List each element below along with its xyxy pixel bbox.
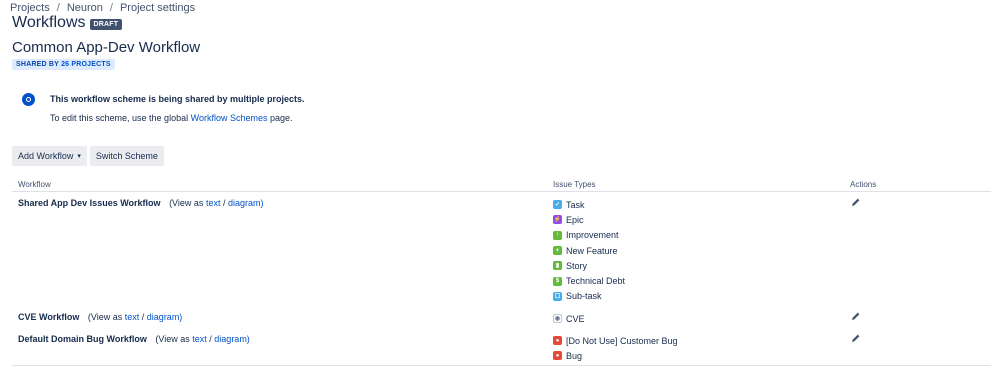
view-as: (View as text / diagram)	[169, 198, 263, 208]
view-text-link[interactable]: text	[206, 198, 221, 208]
issue-type-label: Story	[566, 260, 588, 271]
scheme-title: Common App-Dev Workflow	[12, 39, 201, 56]
edit-icon[interactable]	[851, 333, 861, 343]
issue-type-label: [Do Not Use] Customer Bug	[566, 335, 678, 346]
view-as-label: (View as	[87, 312, 123, 322]
chevron-down-icon: ▾	[77, 153, 81, 160]
task-icon: ✓	[553, 200, 562, 210]
add-workflow-label: Add Workflow	[18, 151, 74, 161]
issue-type-item: $ Technical Debt	[553, 273, 625, 288]
new-feature-icon: +	[553, 246, 562, 256]
header-issue-types: Issue Types	[553, 180, 596, 189]
technical-debt-icon: $	[553, 276, 562, 286]
header-actions: Actions	[850, 180, 877, 189]
issue-type-item: ✓ Task	[553, 197, 625, 212]
issue-types-list: ◉ CVE	[553, 311, 585, 326]
breadcrumb-project-settings[interactable]: Project settings	[120, 2, 195, 14]
draft-lozenge: DRAFT	[89, 19, 123, 30]
page-title-text: Workflows	[12, 14, 86, 31]
shared-badge: SHARED BY 26 PROJECTS	[12, 59, 115, 70]
view-text-link[interactable]: text	[125, 312, 140, 322]
breadcrumb-separator: /	[56, 2, 60, 14]
issue-type-label: Improvement	[566, 230, 619, 241]
workflow-table: Workflow Issue Types Actions Shared App …	[12, 178, 991, 366]
workflow-name: Default Domain Bug Workflow	[18, 334, 147, 344]
view-diagram-link[interactable]: diagram)	[228, 198, 264, 208]
table-row: Default Domain Bug Workflow (View as tex…	[12, 328, 991, 366]
shared-projects-link[interactable]: 26 PROJECTS	[61, 61, 111, 68]
shared-by-label: SHARED BY	[16, 61, 59, 68]
view-diagram-link[interactable]: diagram)	[214, 334, 250, 344]
info-text-after: page.	[269, 113, 293, 123]
epic-icon: ⚡	[553, 215, 562, 225]
info-message: This workflow scheme is being shared by …	[12, 84, 632, 130]
issue-type-label: Epic	[566, 214, 584, 225]
header-workflow: Workflow	[18, 180, 51, 189]
issue-type-item: ● Bug	[553, 348, 678, 363]
workflow-cell: Default Domain Bug Workflow (View as tex…	[18, 334, 250, 344]
breadcrumb: Projects / Neuron / Project settings	[10, 2, 195, 14]
issue-type-label: Bug	[566, 350, 583, 361]
bug-icon: ●	[553, 351, 562, 361]
info-icon	[22, 93, 35, 106]
breadcrumb-neuron[interactable]: Neuron	[67, 2, 103, 14]
workflow-cell: Shared App Dev Issues Workflow (View as …	[18, 198, 264, 208]
story-icon: ▮	[553, 261, 562, 271]
improvement-icon: ↑	[553, 230, 562, 240]
issue-types-list: ● [Do Not Use] Customer Bug ● Bug	[553, 333, 678, 364]
view-as-label: (View as	[169, 198, 204, 208]
issue-type-item: ↑ Improvement	[553, 228, 625, 243]
subtask-icon: ▢	[553, 291, 562, 301]
issue-type-label: Sub-task	[566, 291, 602, 302]
info-text: To edit this scheme, use the global Work…	[50, 113, 293, 123]
issue-type-item: ◉ CVE	[553, 311, 585, 326]
issue-type-label: Task	[566, 199, 585, 210]
page-title: Workflows DRAFT	[12, 14, 123, 32]
view-separator: /	[141, 312, 145, 322]
issue-type-item: ⚡ Epic	[553, 212, 625, 227]
view-as: (View as text / diagram)	[88, 312, 182, 322]
toolbar: Add Workflow ▾ Switch Scheme	[12, 146, 164, 166]
workflow-name: Shared App Dev Issues Workflow	[18, 198, 161, 208]
breadcrumb-projects[interactable]: Projects	[10, 2, 50, 14]
view-diagram-link[interactable]: diagram)	[147, 312, 183, 322]
view-as-label: (View as	[155, 334, 190, 344]
workflow-name: CVE Workflow	[18, 312, 80, 322]
view-text-link[interactable]: text	[192, 334, 207, 344]
table-row: Shared App Dev Issues Workflow (View as …	[12, 192, 991, 306]
workflow-cell: CVE Workflow (View as text / diagram)	[18, 312, 182, 322]
view-separator: /	[222, 198, 226, 208]
info-heading: This workflow scheme is being shared by …	[50, 94, 305, 104]
issue-type-item: ▢ Sub-task	[553, 289, 625, 304]
view-as: (View as text / diagram)	[155, 334, 249, 344]
edit-icon[interactable]	[851, 311, 861, 321]
cve-icon: ◉	[553, 314, 562, 324]
issue-type-item: + New Feature	[553, 243, 625, 258]
issue-type-label: Technical Debt	[566, 276, 626, 287]
info-text-before: To edit this scheme, use the global	[50, 113, 189, 123]
issue-type-label: CVE	[566, 313, 585, 324]
workflow-schemes-link[interactable]: Workflow Schemes	[191, 113, 268, 123]
view-separator: /	[209, 334, 212, 344]
edit-icon[interactable]	[851, 197, 861, 207]
issue-type-label: New Feature	[566, 245, 618, 256]
table-header: Workflow Issue Types Actions	[12, 178, 991, 192]
breadcrumb-separator: /	[109, 2, 113, 14]
issue-type-item: ▮ Story	[553, 258, 625, 273]
switch-scheme-button[interactable]: Switch Scheme	[89, 146, 164, 166]
issue-types-list: ✓ Task ⚡ Epic ↑ Improvement + New Featur…	[553, 197, 625, 304]
issue-type-item: ● [Do Not Use] Customer Bug	[553, 333, 678, 348]
bug-icon: ●	[553, 336, 562, 346]
table-row: CVE Workflow (View as text / diagram) ◉ …	[12, 306, 991, 328]
add-workflow-button[interactable]: Add Workflow ▾	[12, 146, 87, 166]
